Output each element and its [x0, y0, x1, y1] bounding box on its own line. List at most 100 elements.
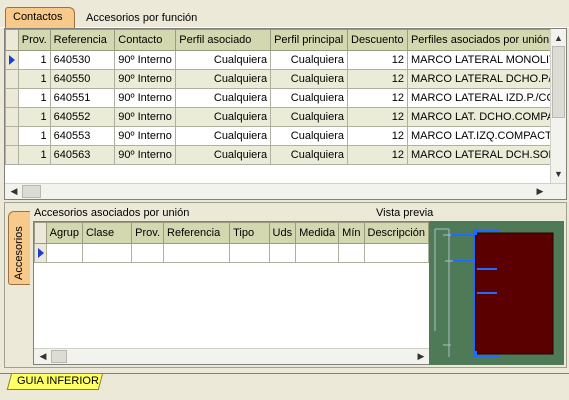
cell-contacto[interactable]: 90º Interno: [114, 50, 177, 70]
row-indicator: [5, 88, 19, 108]
cell-empty[interactable]: [229, 243, 270, 263]
row-indicator-header: [34, 222, 47, 244]
table-row[interactable]: 1 640550 90º Interno Cualquiera Cualquie…: [5, 69, 566, 89]
cell-descuento[interactable]: 12: [347, 50, 408, 70]
cell-contacto[interactable]: 90º Interno: [114, 126, 177, 146]
scroll-up-icon[interactable]: ▲: [551, 31, 566, 45]
cell-perfil-principal[interactable]: Cualquiera: [270, 88, 348, 108]
scroll-left-icon[interactable]: ◀: [36, 349, 50, 363]
col-tipo[interactable]: Tipo: [229, 222, 270, 244]
cell-perfiles-asociados[interactable]: MARCO LAT. DCHO.COMPA: [406, 107, 566, 127]
cell-empty[interactable]: [45, 243, 83, 263]
cell-perfiles-asociados[interactable]: MARCO LATERAL DCH.SOLA: [406, 145, 566, 165]
scroll-right-icon[interactable]: ▶: [414, 349, 428, 363]
cell-empty[interactable]: [338, 243, 365, 263]
row-indicator-header: [5, 29, 19, 51]
col-uds[interactable]: Uds: [268, 222, 297, 244]
cell-prov[interactable]: 1: [17, 69, 51, 89]
vertical-scroll-thumb[interactable]: [552, 46, 565, 118]
cell-perfil-principal[interactable]: Cualquiera: [270, 126, 348, 146]
contacts-horizontal-scrollbar[interactable]: ◀ ▶: [5, 183, 566, 199]
col-prov[interactable]: Prov.: [17, 29, 51, 51]
cell-perfil-asociado[interactable]: Cualquiera: [175, 145, 272, 165]
cell-empty[interactable]: [163, 243, 231, 263]
cell-descuento[interactable]: 12: [347, 145, 408, 165]
col-min[interactable]: Mín: [338, 222, 365, 244]
scroll-right-icon[interactable]: ▶: [533, 184, 547, 198]
cell-descuento[interactable]: 12: [347, 126, 408, 146]
contacts-grid: Prov. Referencia Contacto Perfil asociad…: [5, 29, 566, 165]
cell-empty[interactable]: [81, 243, 133, 263]
cell-referencia[interactable]: 640551: [49, 88, 116, 108]
profile-preview-drawing: [434, 228, 554, 357]
cell-perfiles-asociados[interactable]: MARCO LAT.IZQ.COMPACTO: [406, 126, 566, 146]
scroll-left-icon[interactable]: ◀: [7, 184, 21, 198]
cell-descuento[interactable]: 12: [347, 69, 408, 89]
cell-perfil-principal[interactable]: Cualquiera: [270, 69, 348, 89]
row-indicator: [5, 126, 19, 146]
cell-descuento[interactable]: 12: [347, 107, 408, 127]
cell-perfil-principal[interactable]: Cualquiera: [270, 50, 348, 70]
table-row[interactable]: 1 640552 90º Interno Cualquiera Cualquie…: [5, 107, 566, 127]
table-row[interactable]: [34, 243, 429, 263]
preview-title: Vista previa: [376, 207, 434, 219]
cell-perfil-principal[interactable]: Cualquiera: [270, 145, 348, 165]
tab-accesorios-por-funcion[interactable]: Accesorios por función: [86, 12, 197, 24]
cell-perfil-asociado[interactable]: Cualquiera: [175, 107, 272, 127]
cell-prov[interactable]: 1: [17, 145, 51, 165]
col-referencia[interactable]: Referencia: [163, 222, 231, 244]
cell-prov[interactable]: 1: [17, 50, 51, 70]
cell-referencia[interactable]: 640552: [49, 107, 116, 127]
cell-referencia[interactable]: 640563: [49, 145, 116, 165]
table-row[interactable]: 1 640553 90º Interno Cualquiera Cualquie…: [5, 126, 566, 146]
cell-empty[interactable]: [131, 243, 165, 263]
col-referencia[interactable]: Referencia: [49, 29, 116, 51]
cell-empty[interactable]: [268, 243, 297, 263]
cell-contacto[interactable]: 90º Interno: [114, 69, 177, 89]
cell-perfil-asociado[interactable]: Cualquiera: [175, 69, 272, 89]
cell-perfiles-asociados[interactable]: MARCO LATERAL MONOLIT: [406, 50, 566, 70]
col-perfil-principal[interactable]: Perfil principal: [270, 29, 348, 51]
cell-referencia[interactable]: 640530: [49, 50, 116, 70]
cell-perfil-asociado[interactable]: Cualquiera: [175, 50, 272, 70]
col-agrup[interactable]: Agrup: [45, 222, 83, 244]
cell-descuento[interactable]: 12: [347, 88, 408, 108]
col-contacto[interactable]: Contacto: [114, 29, 177, 51]
table-row[interactable]: 1 640563 90º Interno Cualquiera Cualquie…: [5, 145, 566, 165]
row-indicator: [34, 243, 47, 263]
col-descripcion[interactable]: Descripción: [363, 222, 429, 244]
table-row[interactable]: 1 640551 90º Interno Cualquiera Cualquie…: [5, 88, 566, 108]
cell-perfil-principal[interactable]: Cualquiera: [270, 107, 348, 127]
contacts-grid-panel: Prov. Referencia Contacto Perfil asociad…: [4, 28, 567, 200]
row-indicator: [5, 107, 19, 127]
cell-contacto[interactable]: 90º Interno: [114, 107, 177, 127]
contacts-vertical-scrollbar[interactable]: ▲ ▼: [550, 29, 566, 183]
col-clase[interactable]: Clase: [81, 222, 133, 244]
cell-empty[interactable]: [295, 243, 340, 263]
cell-referencia[interactable]: 640550: [49, 69, 116, 89]
col-perfil-asociado[interactable]: Perfil asociado: [175, 29, 272, 51]
cell-prov[interactable]: 1: [17, 126, 51, 146]
tab-accesorios[interactable]: Accesorios: [8, 211, 30, 285]
cell-prov[interactable]: 1: [17, 107, 51, 127]
accessories-grid: Agrup Clase Prov. Referencia Tipo Uds Me…: [34, 222, 429, 263]
accessories-horizontal-scrollbar[interactable]: ◀ ▶: [34, 348, 429, 364]
table-row[interactable]: 1 640530 90º Interno Cualquiera Cualquie…: [5, 50, 566, 70]
cell-empty[interactable]: [363, 243, 429, 263]
cell-referencia[interactable]: 640553: [49, 126, 116, 146]
horizontal-scroll-thumb[interactable]: [22, 185, 41, 198]
tab-contactos[interactable]: Contactos: [5, 7, 75, 28]
cell-prov[interactable]: 1: [17, 88, 51, 108]
col-prov[interactable]: Prov.: [131, 222, 165, 244]
col-descuento[interactable]: Descuento: [347, 29, 408, 51]
cell-perfil-asociado[interactable]: Cualquiera: [175, 126, 272, 146]
horizontal-scroll-thumb[interactable]: [51, 350, 67, 363]
scroll-down-icon[interactable]: ▼: [551, 167, 566, 181]
cell-perfil-asociado[interactable]: Cualquiera: [175, 88, 272, 108]
cell-perfiles-asociados[interactable]: MARCO LATERAL DCHO.P/C: [406, 69, 566, 89]
cell-contacto[interactable]: 90º Interno: [114, 145, 177, 165]
cell-perfiles-asociados[interactable]: MARCO LATERAL IZD.P./CO: [406, 88, 566, 108]
col-perfiles-asociados[interactable]: Perfiles asociados por unión: [406, 29, 566, 51]
cell-contacto[interactable]: 90º Interno: [114, 88, 177, 108]
col-medida[interactable]: Medida: [295, 222, 340, 244]
